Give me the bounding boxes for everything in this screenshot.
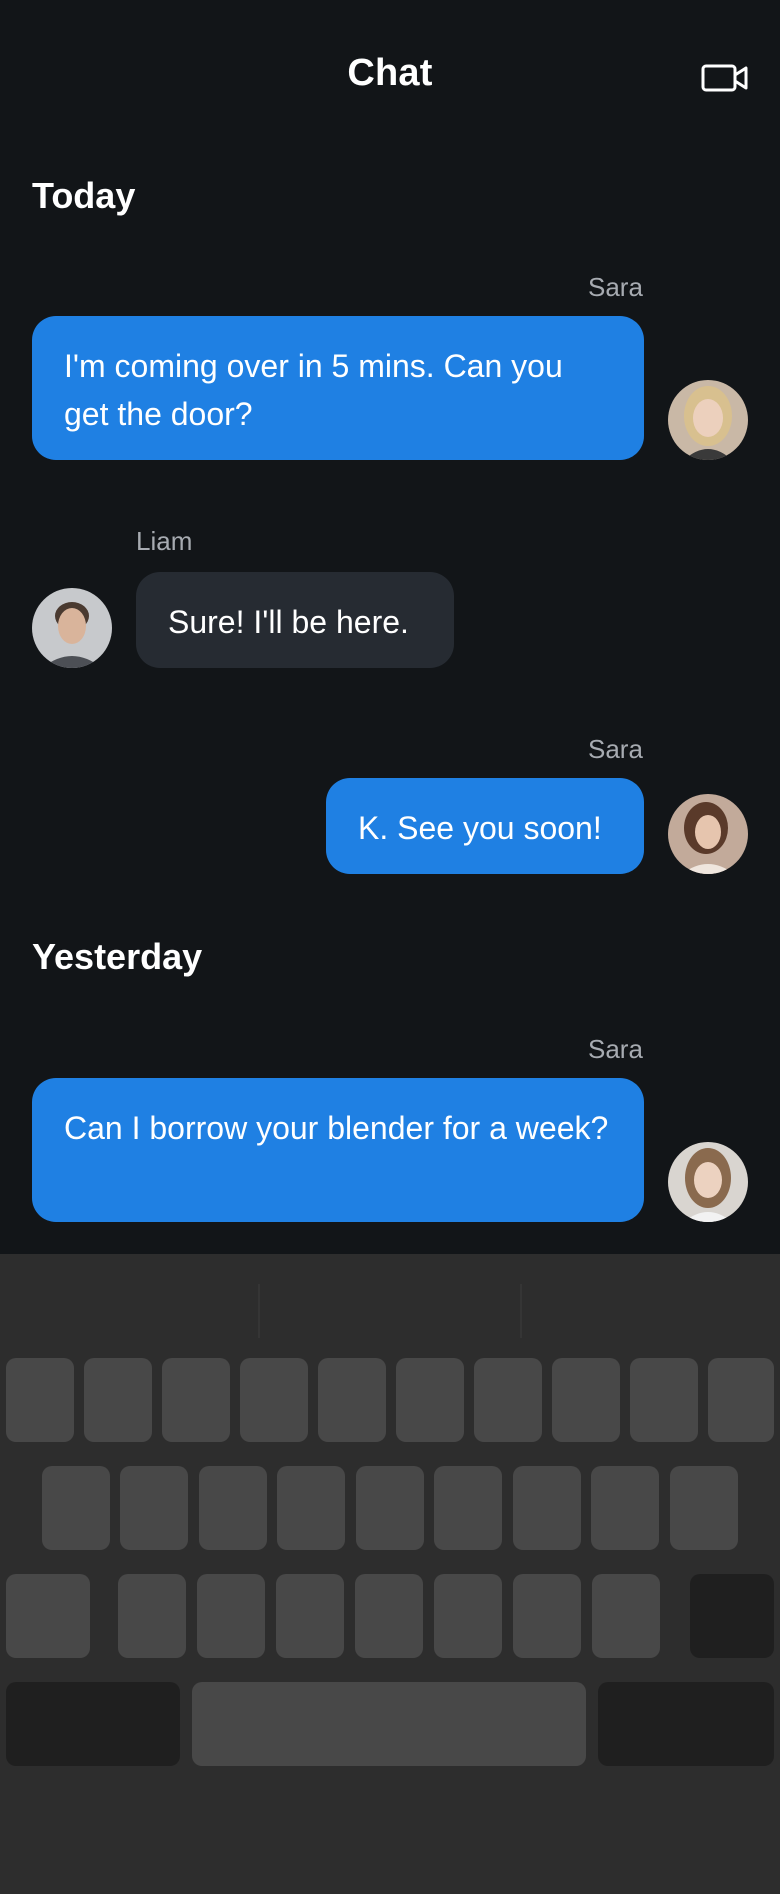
- keyboard-key[interactable]: [356, 1466, 424, 1550]
- keyboard-key[interactable]: [240, 1358, 308, 1442]
- keyboard-key[interactable]: [592, 1574, 660, 1658]
- avatar-sara[interactable]: [668, 380, 748, 460]
- keyboard-key[interactable]: [552, 1358, 620, 1442]
- keyboard-key[interactable]: [318, 1358, 386, 1442]
- keyboard-key[interactable]: [277, 1466, 345, 1550]
- return-key[interactable]: [598, 1682, 774, 1766]
- keyboard-key[interactable]: [513, 1466, 581, 1550]
- backspace-key[interactable]: [690, 1574, 774, 1658]
- sender-name: Liam: [136, 526, 193, 556]
- keyboard-key[interactable]: [708, 1358, 774, 1442]
- avatar-sara[interactable]: [668, 794, 748, 874]
- keyboard-key[interactable]: [120, 1466, 188, 1550]
- page-title: Chat: [347, 52, 433, 94]
- avatar-sara[interactable]: [668, 1142, 748, 1222]
- space-key[interactable]: [192, 1682, 586, 1766]
- keyboard-key[interactable]: [6, 1358, 74, 1442]
- keyboard-key[interactable]: [355, 1574, 423, 1658]
- keyboard-key[interactable]: [396, 1358, 464, 1442]
- shift-key[interactable]: [6, 1574, 90, 1658]
- keyboard-key[interactable]: [84, 1358, 152, 1442]
- keyboard-key[interactable]: [276, 1574, 344, 1658]
- video-call-button[interactable]: [700, 58, 750, 98]
- keyboard-key[interactable]: [118, 1574, 186, 1658]
- on-screen-keyboard: [0, 1254, 780, 1894]
- keyboard-key[interactable]: [162, 1358, 230, 1442]
- keyboard-key[interactable]: [474, 1358, 542, 1442]
- keyboard-key[interactable]: [434, 1466, 502, 1550]
- message-bubble-outgoing[interactable]: Can I borrow your blender for a week?: [32, 1078, 644, 1222]
- suggestion-divider: [258, 1284, 260, 1338]
- mode-switch-key[interactable]: [6, 1682, 180, 1766]
- message-bubble-outgoing[interactable]: I'm coming over in 5 mins. Can you get t…: [32, 316, 644, 460]
- keyboard-key[interactable]: [197, 1574, 265, 1658]
- section-label-yesterday: Yesterday: [32, 936, 203, 977]
- chat-header: Chat: [0, 0, 780, 150]
- section-label-today: Today: [32, 175, 136, 216]
- keyboard-key[interactable]: [42, 1466, 110, 1550]
- message-bubble-incoming[interactable]: Sure! I'll be here.: [136, 572, 454, 668]
- keyboard-key[interactable]: [513, 1574, 581, 1658]
- video-camera-icon: [701, 64, 748, 92]
- keyboard-key[interactable]: [434, 1574, 502, 1658]
- message-bubble-outgoing[interactable]: K. See you soon!: [326, 778, 644, 874]
- suggestion-divider: [520, 1284, 522, 1338]
- avatar-liam[interactable]: [32, 588, 112, 668]
- keyboard-key[interactable]: [630, 1358, 698, 1442]
- sender-name: Sara: [588, 272, 643, 302]
- keyboard-key[interactable]: [199, 1466, 267, 1550]
- keyboard-key[interactable]: [591, 1466, 659, 1550]
- sender-name: Sara: [588, 1034, 643, 1064]
- keyboard-key[interactable]: [670, 1466, 738, 1550]
- sender-name: Sara: [588, 734, 643, 764]
